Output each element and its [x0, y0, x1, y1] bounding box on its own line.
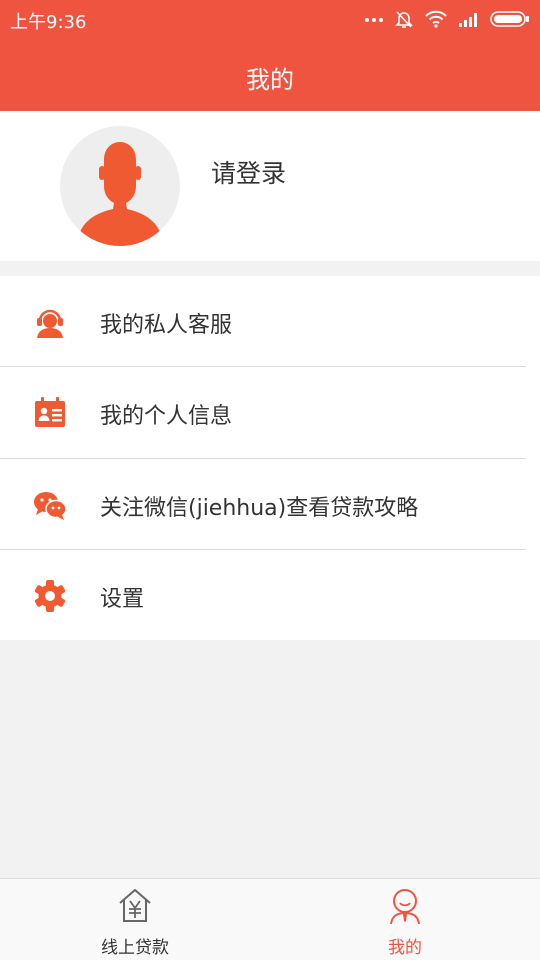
header-bar: 我的 [0, 38, 540, 111]
id-card-icon [33, 396, 67, 430]
customer-service-icon [33, 305, 67, 339]
status-time: 上午9:36 [10, 12, 87, 33]
menu-list: 我的私人客服 我的个人信息 关注微信(jiehhua)查看贷款攻略 设置 [0, 276, 540, 640]
menu-item-personal-info[interactable]: 我的个人信息 [0, 367, 540, 458]
menu-item-label: 我的个人信息 [100, 404, 233, 429]
bottom-tab-bar: 线上贷款 我的 [0, 878, 540, 960]
tab-mine[interactable]: 我的 [270, 879, 540, 960]
status-bar: 上午9:36 [0, 0, 540, 38]
menu-item-label: 我的私人客服 [100, 313, 233, 338]
menu-item-settings[interactable]: 设置 [0, 550, 540, 641]
tab-label: 线上贷款 [101, 938, 169, 958]
user-silhouette-icon [78, 142, 162, 246]
login-prompt[interactable]: 请登录 [211, 154, 286, 190]
house-yuan-icon [117, 887, 153, 925]
tab-online-loan[interactable]: 线上贷款 [0, 879, 270, 960]
battery-icon [490, 11, 530, 27]
menu-item-wechat[interactable]: 关注微信(jiehhua)查看贷款攻略 [0, 459, 540, 550]
page-title: 我的 [246, 66, 294, 94]
menu-item-label: 设置 [100, 587, 145, 612]
tab-label: 我的 [388, 938, 422, 958]
gear-icon [33, 579, 67, 613]
menu-item-customer-service[interactable]: 我的私人客服 [0, 276, 540, 367]
more-dots-icon [364, 15, 384, 23]
user-icon [387, 887, 423, 925]
signal-icon [458, 11, 480, 27]
wifi-icon [424, 10, 448, 28]
profile-card[interactable]: 请登录 [0, 111, 540, 261]
menu-item-label: 关注微信(jiehhua)查看贷款攻略 [100, 496, 419, 521]
status-icons [364, 8, 530, 30]
avatar[interactable] [60, 126, 180, 246]
bell-muted-icon [394, 9, 414, 29]
wechat-icon [33, 488, 67, 522]
